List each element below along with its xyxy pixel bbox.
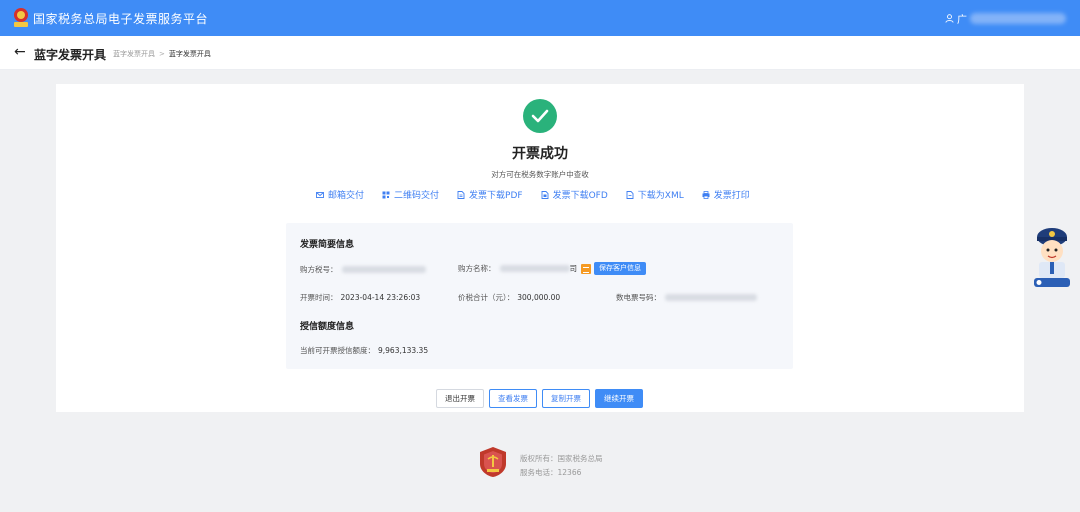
xml-download-icon	[626, 190, 634, 199]
credit-available-value: 9,963,133.35	[378, 346, 429, 355]
success-check-icon	[523, 99, 557, 133]
total-label: 价税合计（元）：	[458, 293, 515, 302]
copy-invoice-button[interactable]: 复制开票	[542, 389, 590, 408]
customer-card-icon[interactable]	[581, 263, 591, 274]
footer-buttons: 退出开票 查看发票 复制开票 继续开票	[436, 389, 643, 408]
action-label: 发票下载PDF	[469, 191, 523, 201]
user-name-redacted	[970, 13, 1066, 24]
user-name-prefix: 广	[957, 15, 967, 26]
buyer-tax-no-label: 购方税号：	[300, 265, 338, 274]
tax-emblem-icon	[14, 8, 28, 27]
breadcrumb: 蓝字发票开具 > 蓝字发票开具	[113, 49, 211, 59]
mail-icon	[316, 191, 324, 198]
buyer-name-label: 购方名称：	[458, 264, 496, 273]
action-label: 发票打印	[713, 191, 750, 201]
download-pdf-link[interactable]: 发票下载PDF	[457, 188, 523, 201]
buyer-tax-no-redacted	[341, 266, 426, 273]
app-title: 国家税务总局电子发票服务平台	[33, 12, 209, 26]
buyer-name-suffix: 司	[569, 264, 578, 273]
buyer-name-redacted	[499, 265, 570, 272]
printer-icon	[702, 190, 710, 199]
continue-issuing-button[interactable]: 继续开票	[595, 389, 643, 408]
credit-available-label: 当前可开票授信额度：	[300, 346, 375, 355]
footer-info: 版权所有：国家税务总局 服务电话：12366	[520, 452, 603, 480]
credit-section-title: 授信额度信息	[300, 322, 355, 332]
user-menu[interactable]: 广	[945, 11, 1066, 26]
success-subtitle: 对方可在税务数字账户中查收	[491, 170, 589, 179]
issue-time-label: 开票时间：	[300, 293, 338, 302]
breadcrumb-separator: >	[159, 50, 165, 58]
invoice-number-field: 数电票号码：	[616, 292, 757, 303]
print-invoice-link[interactable]: 发票打印	[702, 188, 750, 201]
email-delivery-link[interactable]: 邮箱交付	[316, 188, 364, 201]
download-xml-link[interactable]: 下载为XML	[626, 188, 684, 201]
download-ofd-link[interactable]: 发票下载OFD	[541, 188, 608, 201]
footer-phone: 服务电话：12366	[520, 468, 582, 477]
action-label: 发票下载OFD	[552, 191, 608, 201]
footer-copyright: 版权所有：国家税务总局	[520, 454, 603, 463]
breadcrumb-item[interactable]: 蓝字发票开具	[113, 50, 155, 58]
page-header: ← 蓝字发票开具 蓝字发票开具 > 蓝字发票开具	[0, 36, 1080, 70]
delivery-actions: 邮箱交付 二维码交付 发票下载PDF 发票下载OFD 下载为XML 发票打印	[316, 188, 750, 201]
back-arrow-icon[interactable]: ←	[14, 44, 26, 60]
invoice-number-label: 数电票号码：	[616, 293, 661, 302]
exit-issuing-button[interactable]: 退出开票	[436, 389, 484, 408]
save-customer-button[interactable]: 保存客户信息	[594, 262, 646, 275]
action-label: 邮箱交付	[328, 191, 365, 201]
success-title: 开票成功	[512, 146, 568, 162]
action-label: 二维码交付	[394, 191, 440, 201]
qrcode-icon	[382, 191, 390, 198]
issue-time-value: 2023-04-14 23:26:03	[340, 293, 421, 302]
issue-time-field: 开票时间： 2023-04-14 23:26:03	[300, 292, 420, 303]
ofd-download-icon	[541, 190, 549, 199]
pdf-download-icon	[457, 190, 465, 199]
total-value: 300,000.00	[517, 293, 561, 302]
tax-bureau-logo-icon	[480, 447, 506, 477]
total-field: 价税合计（元）： 300,000.00	[458, 292, 560, 303]
view-invoice-button[interactable]: 查看发票	[489, 389, 537, 408]
page-title: 蓝字发票开具	[34, 48, 107, 62]
result-card: 开票成功 对方可在税务数字账户中查收 邮箱交付 二维码交付 发票下载PDF 发票…	[56, 84, 1024, 412]
user-icon	[945, 14, 954, 23]
top-bar: 国家税务总局电子发票服务平台 广	[0, 0, 1080, 36]
qrcode-delivery-link[interactable]: 二维码交付	[382, 188, 439, 201]
breadcrumb-current: 蓝字发票开具	[168, 50, 211, 58]
assistant-mascot-icon[interactable]	[1030, 223, 1074, 289]
buyer-name-field: 购方名称： 司 保存客户信息	[458, 262, 646, 275]
invoice-summary-panel: 发票简要信息 购方税号： 购方名称： 司 保存客户信息 开票时间： 2023-0…	[286, 223, 793, 369]
action-label: 下载为XML	[637, 191, 684, 201]
invoice-number-redacted	[665, 294, 757, 301]
buyer-tax-no-field: 购方税号：	[300, 264, 426, 275]
summary-section-title: 发票简要信息	[300, 240, 355, 250]
credit-available-field: 当前可开票授信额度： 9,963,133.35	[300, 345, 428, 356]
